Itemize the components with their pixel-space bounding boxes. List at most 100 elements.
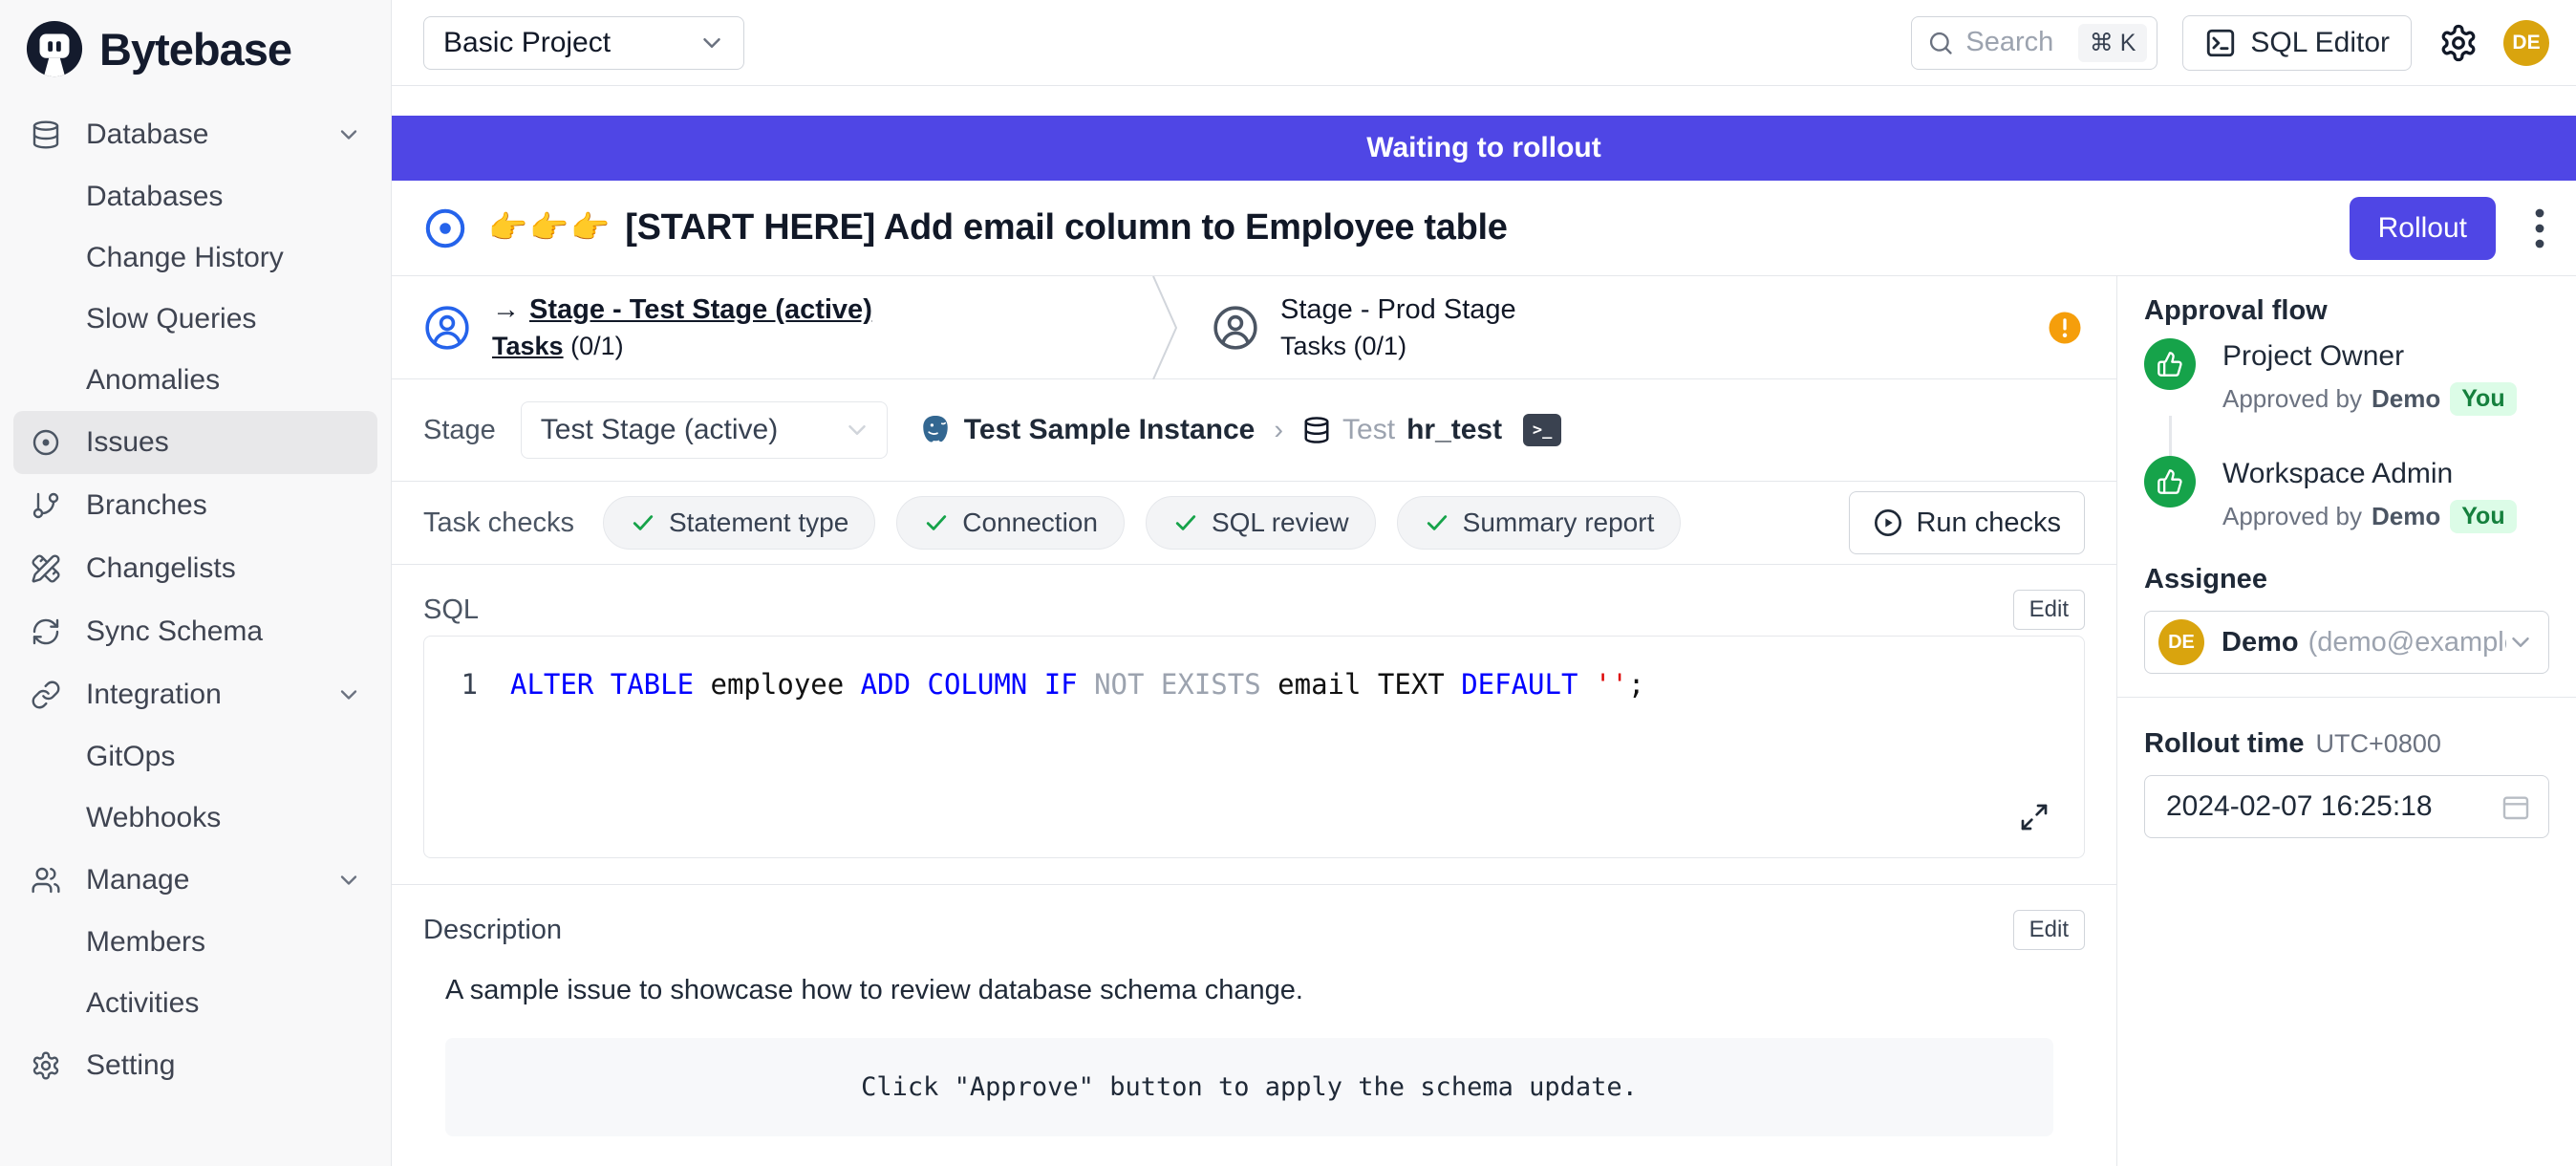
link-icon (31, 680, 61, 710)
arrow-icon: → (492, 294, 520, 326)
you-badge: You (2450, 382, 2516, 416)
sidebar-item-branches[interactable]: Branches (13, 474, 377, 537)
settings-gear-button[interactable] (2438, 23, 2479, 63)
timezone-label: UTC+0800 (2316, 729, 2441, 759)
approved-by-label: Approved by (2222, 502, 2362, 531)
stage-card-prod[interactable]: Stage - Prod Stage Tasks (0/1) (1180, 276, 2116, 378)
gear-icon (2438, 23, 2479, 63)
tasks-count: (0/1) (570, 332, 624, 360)
sidebar-item-label: Manage (86, 864, 189, 896)
approver-name: Demo (2372, 384, 2440, 414)
sidebar-item-change-history[interactable]: Change History (13, 227, 377, 289)
body-row: → Stage - Test Stage (active) Tasks (0/1… (392, 276, 2576, 1166)
issue-title: [START HERE] Add email column to Employe… (625, 207, 1507, 248)
terminal-glyph: >_ (1533, 421, 1552, 440)
sidebar-item-label: Anomalies (86, 364, 220, 397)
description-heading: Description (423, 915, 562, 946)
check-icon (1424, 509, 1450, 536)
more-options-button[interactable] (2532, 205, 2547, 251)
stage-select-value: Test Stage (active) (541, 414, 778, 446)
search-input[interactable]: Search ⌘ K (1911, 16, 2157, 70)
calendar-icon[interactable] (2501, 791, 2531, 822)
check-pill-sql-review[interactable]: SQL review (1146, 496, 1376, 550)
check-pill-label: Summary report (1463, 507, 1655, 538)
tasks-link[interactable]: Tasks (492, 332, 564, 360)
you-badge: You (2450, 500, 2516, 533)
approved-thumbs-up-icon (2144, 338, 2196, 390)
sql-edit-button[interactable]: Edit (2013, 590, 2085, 630)
sidebar-item-setting[interactable]: Setting (13, 1034, 377, 1097)
approved-by-label: Approved by (2222, 384, 2362, 414)
sidebar-item-members[interactable]: Members (13, 912, 377, 973)
user-circle-icon (1212, 304, 1259, 352)
check-pill-connection[interactable]: Connection (896, 496, 1125, 550)
database-name[interactable]: hr_test (1406, 414, 1502, 446)
stage-name: Stage - Prod Stage (1280, 294, 1516, 326)
description-section-head: Description Edit (423, 885, 2085, 954)
search-shortcut-badge: ⌘ K (2078, 24, 2148, 62)
chevron-down-icon (335, 867, 362, 894)
sidebar-item-activities[interactable]: Activities (13, 973, 377, 1034)
line-number: 1 (424, 665, 478, 703)
sql-editor-button[interactable]: SQL Editor (2182, 15, 2412, 71)
approver-name: Demo (2372, 502, 2440, 531)
stage-tasks[interactable]: Tasks (0/1) (492, 332, 872, 361)
database-breadcrumb: Test Sample Instance › Test hr_test >_ (918, 413, 1561, 447)
assignee-dropdown[interactable]: DE Demo (demo@example (2144, 611, 2549, 674)
status-banner: Waiting to rollout (392, 116, 2576, 181)
expand-fullscreen-button[interactable] (2019, 802, 2050, 832)
stage-separator-chevron (1151, 276, 1180, 379)
sidebar-item-databases[interactable]: Databases (13, 166, 377, 227)
sidebar-item-changelists[interactable]: Changelists (13, 537, 377, 600)
check-pill-statement-type[interactable]: Statement type (603, 496, 875, 550)
stage-texts: → Stage - Test Stage (active) Tasks (0/1… (492, 294, 872, 361)
project-selector[interactable]: Basic Project (423, 16, 744, 70)
description-edit-button[interactable]: Edit (2013, 910, 2085, 950)
description-section: Description Edit A sample issue to showc… (392, 884, 2116, 1136)
open-sql-editor-chip[interactable]: >_ (1523, 414, 1561, 446)
stage-label: Stage (423, 415, 496, 446)
stage-select-dropdown[interactable]: Test Stage (active) (521, 401, 888, 459)
issue-title-row: 👉👉👉 [START HERE] Add email column to Emp… (392, 181, 2576, 276)
database-icon (31, 119, 61, 150)
sidebar-item-label: Issues (86, 426, 169, 459)
sidebar-item-sync-schema[interactable]: Sync Schema (13, 600, 377, 663)
sidebar-item-label: GitOps (86, 741, 175, 773)
brand-logo[interactable]: Bytebase (13, 13, 377, 103)
center-pane: → Stage - Test Stage (active) Tasks (0/1… (392, 276, 2116, 1166)
sql-code-editor[interactable]: 1 ALTER TABLE employee ADD COLUMN IF NOT… (423, 636, 2085, 858)
sidebar-item-issues[interactable]: Issues (13, 411, 377, 474)
sidebar-item-database[interactable]: Database (13, 103, 377, 166)
sidebar-item-anomalies[interactable]: Anomalies (13, 350, 377, 411)
approval-status: Approved by Demo You (2222, 382, 2517, 416)
check-pill-summary-report[interactable]: Summary report (1397, 496, 1682, 550)
check-pill-label: SQL review (1212, 507, 1349, 538)
instance-name[interactable]: Test Sample Instance (964, 414, 1256, 446)
user-circle-icon (423, 304, 471, 352)
refresh-icon (31, 616, 61, 647)
sidebar-item-label: Change History (86, 242, 284, 274)
approved-thumbs-up-icon (2144, 456, 2196, 507)
sql-code-line: 1 ALTER TABLE employee ADD COLUMN IF NOT… (424, 665, 2084, 703)
sidebar-item-manage[interactable]: Manage (13, 849, 377, 912)
chevron-down-icon (335, 681, 362, 708)
stage-card-test[interactable]: → Stage - Test Stage (active) Tasks (0/1… (392, 276, 1151, 378)
sidebar: Bytebase Database Databases Change Histo… (0, 0, 392, 1166)
sidebar-item-label: Integration (86, 679, 222, 711)
rollout-button[interactable]: Rollout (2350, 197, 2496, 260)
sidebar-item-gitops[interactable]: GitOps (13, 726, 377, 788)
run-checks-button[interactable]: Run checks (1849, 491, 2085, 554)
sidebar-item-webhooks[interactable]: Webhooks (13, 788, 377, 849)
bytebase-logo-icon (25, 19, 84, 78)
stage-selector-bar: Stage Test Stage (active) Test Sample In… (392, 379, 2116, 482)
rollout-time-input[interactable]: 2024-02-07 16:25:18 (2144, 775, 2549, 838)
sidebar-item-slow-queries[interactable]: Slow Queries (13, 289, 377, 350)
stage-link-test[interactable]: → Stage - Test Stage (active) (492, 294, 872, 326)
user-avatar[interactable]: DE (2503, 20, 2549, 66)
description-note-box: Click "Approve" button to apply the sche… (445, 1038, 2053, 1136)
sidebar-item-integration[interactable]: Integration (13, 663, 377, 726)
main-area: Basic Project Search ⌘ K SQL Editor DE W… (392, 0, 2576, 1166)
chevron-down-icon (698, 29, 726, 57)
topbar: Basic Project Search ⌘ K SQL Editor DE (392, 0, 2576, 86)
stage-tasks: Tasks (0/1) (1280, 332, 1516, 361)
